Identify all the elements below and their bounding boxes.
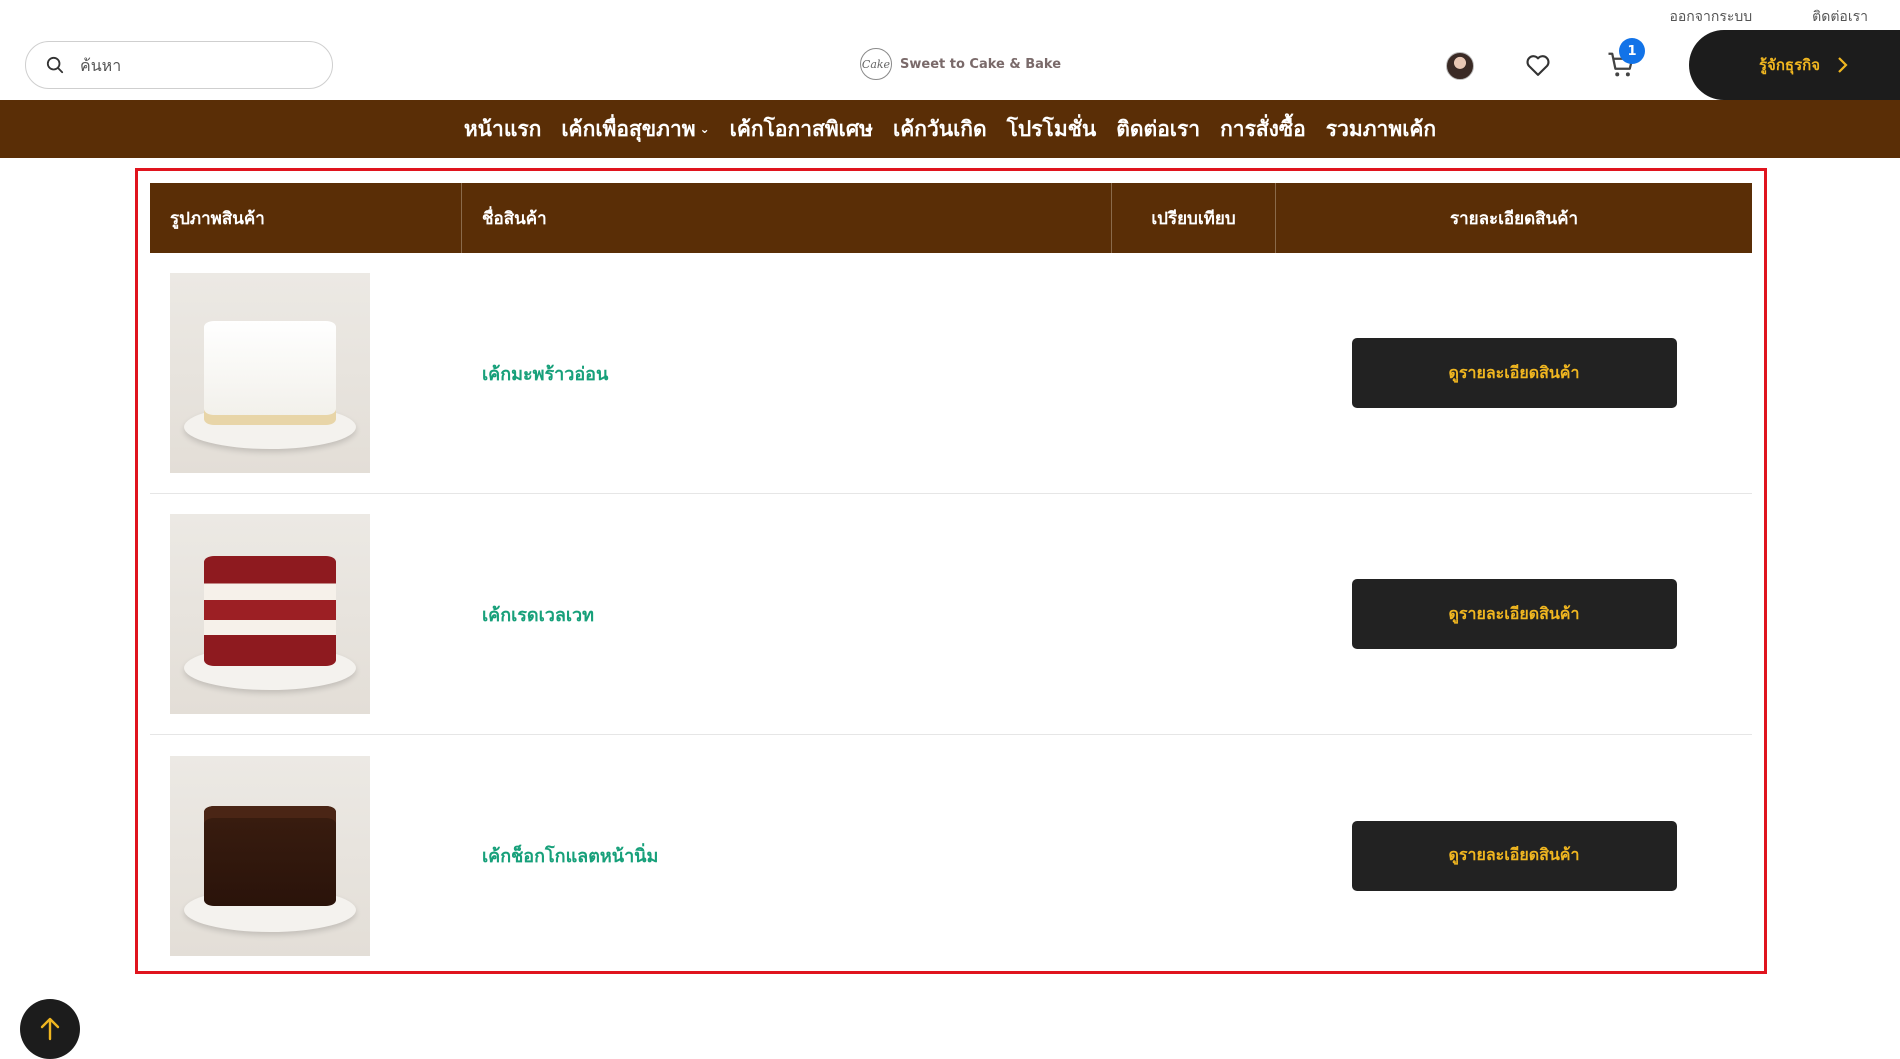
product-name-link[interactable]: เค้กเรดเวลเวท: [482, 600, 594, 629]
arrow-up-icon: [40, 1017, 60, 1041]
cart-count-badge: 1: [1619, 38, 1645, 64]
search-input[interactable]: [80, 55, 300, 75]
header-compare: เปรียบเทียบ: [1112, 183, 1276, 253]
chevron-right-icon: [1838, 57, 1848, 73]
nav-label: โปรโมชั่น: [1006, 116, 1097, 141]
image-cell: [150, 273, 462, 473]
details-cell: ดูรายละเอียดสินค้า: [1276, 820, 1752, 891]
back-to-top-button[interactable]: [20, 999, 80, 1059]
nav-label: ติดต่อเรา: [1116, 116, 1201, 141]
nav-item-healthy-cake[interactable]: เค้กเพื่อสุขภาพ ⌄: [561, 113, 709, 146]
details-cell: ดูรายละเอียดสินค้า: [1276, 338, 1752, 408]
name-cell: เค้กมะพร้าวอ่อน: [462, 359, 1112, 388]
nav-label: เค้กเพื่อสุขภาพ: [561, 116, 696, 141]
header-name: ชื่อสินค้า: [462, 183, 1112, 253]
avatar[interactable]: [1446, 52, 1474, 80]
header: ออกจากระบบ ติดต่อเรา Cake Sweet to Cake …: [0, 0, 1900, 100]
search-box[interactable]: [25, 41, 333, 89]
product-image[interactable]: [170, 273, 370, 473]
logo-text: Sweet to Cake & Bake: [900, 56, 1062, 72]
top-links: ออกจากระบบ ติดต่อเรา: [1669, 6, 1868, 28]
nav-label: รวมภาพเค้ก: [1325, 116, 1437, 141]
image-cell: [150, 755, 462, 956]
name-cell: เค้กเรดเวลเวท: [462, 600, 1112, 629]
logo-icon: Cake: [860, 48, 892, 80]
nav-label: เค้กวันเกิด: [893, 116, 987, 141]
nav-label: หน้าแรก: [463, 116, 542, 141]
table-row: เค้กมะพร้าวอ่อน ดูรายละเอียดสินค้า: [150, 253, 1752, 494]
contact-link[interactable]: ติดต่อเรา: [1812, 6, 1868, 28]
product-image[interactable]: [170, 755, 370, 956]
nav-item-birthday-cake[interactable]: เค้กวันเกิด: [893, 113, 987, 146]
header-image: รูปภาพสินค้า: [150, 183, 462, 253]
nav-item-home[interactable]: หน้าแรก: [464, 113, 542, 146]
header-details: รายละเอียดสินค้า: [1449, 208, 1579, 229]
product-table: รูปภาพสินค้า ชื่อสินค้า เปรียบเทียบ รายล…: [150, 183, 1752, 976]
view-details-button[interactable]: ดูรายละเอียดสินค้า: [1351, 579, 1677, 649]
table-row: เค้กช็อกโกแลตหน้านิ่ม ดูรายละเอียดสินค้า: [150, 735, 1752, 976]
nav-label: เค้กโอกาสพิเศษ: [729, 116, 874, 141]
image-cell: [150, 514, 462, 714]
view-details-button[interactable]: ดูรายละเอียดสินค้า: [1351, 338, 1677, 408]
table-row: เค้กเรดเวลเวท ดูรายละเอียดสินค้า: [150, 494, 1752, 735]
nav-item-special-occasion[interactable]: เค้กโอกาสพิเศษ: [730, 113, 873, 146]
name-cell: เค้กช็อกโกแลตหน้านิ่ม: [462, 841, 1112, 870]
logout-link[interactable]: ออกจากระบบ: [1669, 6, 1752, 28]
table-header: รูปภาพสินค้า ชื่อสินค้า เปรียบเทียบ รายล…: [150, 183, 1752, 253]
nav-item-promotion[interactable]: โปรโมชั่น: [1007, 113, 1097, 146]
product-name-link[interactable]: เค้กช็อกโกแลตหน้านิ่ม: [482, 841, 658, 870]
about-business-label: รู้จักธุรกิจ: [1759, 56, 1821, 74]
nav-item-ordering[interactable]: การสั่งซื้อ: [1220, 113, 1306, 146]
heart-icon[interactable]: [1524, 51, 1552, 79]
chevron-down-icon: ⌄: [699, 122, 710, 136]
main-nav: หน้าแรก เค้กเพื่อสุขภาพ ⌄ เค้กโอกาสพิเศษ …: [0, 100, 1900, 158]
nav-label: การสั่งซื้อ: [1220, 116, 1306, 141]
product-name-link[interactable]: เค้กมะพร้าวอ่อน: [482, 359, 608, 388]
site-logo[interactable]: Cake Sweet to Cake & Bake: [860, 48, 1061, 80]
search-icon: [46, 56, 64, 74]
view-details-button[interactable]: ดูรายละเอียดสินค้า: [1351, 820, 1677, 891]
product-image[interactable]: [170, 514, 370, 714]
nav-item-contact[interactable]: ติดต่อเรา: [1116, 113, 1200, 146]
about-business-button[interactable]: รู้จักธุรกิจ: [1689, 30, 1900, 100]
nav-item-gallery[interactable]: รวมภาพเค้ก: [1326, 113, 1436, 146]
details-cell: ดูรายละเอียดสินค้า: [1276, 579, 1752, 649]
